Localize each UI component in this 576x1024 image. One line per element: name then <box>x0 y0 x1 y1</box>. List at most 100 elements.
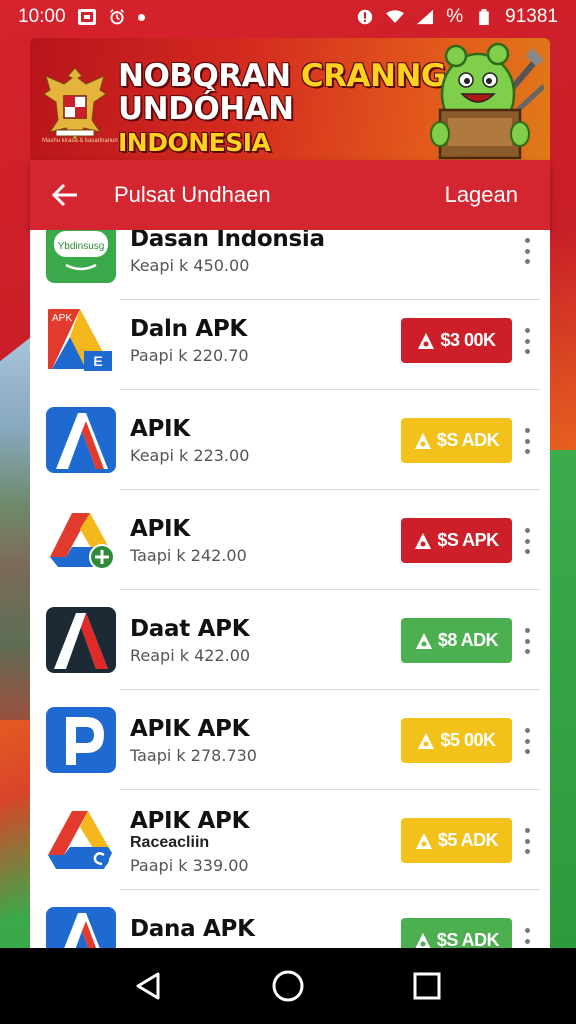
app-text: APIK Taapi k 242.00 <box>130 516 247 565</box>
blue-a-icon <box>46 407 116 473</box>
banner-line1-white: NOBQRAN <box>118 58 301 94</box>
app-text: APIK APK Taapi k 278.730 <box>130 716 257 765</box>
download-triangle-icon <box>415 532 432 549</box>
back-button[interactable] <box>30 160 100 230</box>
download-triangle-icon <box>415 832 432 849</box>
header-action-button[interactable]: Lagean <box>445 182 550 208</box>
status-right-text: 91381 <box>505 6 558 27</box>
svg-text:E: E <box>93 353 102 369</box>
download-button-label: $3 00K <box>440 330 496 350</box>
battery-icon <box>479 9 489 25</box>
app-name: APIK <box>130 416 190 442</box>
download-triangle-icon <box>415 932 431 948</box>
garuda-emblem-icon <box>43 67 107 141</box>
download-button[interactable]: $S APK <box>401 518 512 563</box>
download-button-label: $5 00K <box>440 730 496 750</box>
download-triangle-icon <box>418 732 435 749</box>
app-name: APIK APK <box>130 808 250 834</box>
app-list-item[interactable]: APIK Keapi k 223.00 $S ADK <box>30 390 550 490</box>
app-text: APIK APK Raceacliin Paapi k 339.00 <box>130 808 249 875</box>
download-button-label: $8 ADK <box>437 630 499 650</box>
more-options-icon[interactable] <box>524 328 530 354</box>
download-button-label: $S ADK <box>436 930 500 948</box>
app-price: Keapi k 223.00 <box>130 446 250 465</box>
download-button[interactable]: $5 00K <box>401 718 512 763</box>
app-list-item[interactable]: Dana APK $S ADK <box>30 890 550 948</box>
download-button[interactable]: $S ADK <box>401 918 512 948</box>
dot-icon <box>137 13 145 21</box>
dark-a-icon <box>46 607 116 673</box>
blue-a-icon <box>46 907 116 948</box>
app-text: Daat APK Reapi k 422.00 <box>130 616 250 665</box>
banner-line2-white: UNDÓHAN <box>118 90 294 127</box>
app-text: Dasan Indonsia Keapi k 450.00 <box>130 230 325 275</box>
promo-banner[interactable]: Mashu kirasa & kasarinanun NOBQRAN CRANN… <box>30 38 550 160</box>
signal-icon <box>417 9 434 25</box>
apk-triangle-icon: E APK <box>46 307 116 373</box>
more-options-icon[interactable] <box>524 628 530 654</box>
download-button[interactable]: $S ADK <box>401 418 512 463</box>
app-price: Taapi k 278.730 <box>130 746 257 765</box>
banner-title: NOBQRAN CRANNG UNDÓHAN INDONESIA <box>118 60 448 158</box>
download-button[interactable]: $8 ADK <box>401 618 512 663</box>
navigation-bar <box>0 948 576 1024</box>
more-options-icon[interactable] <box>524 828 530 854</box>
drive-c-icon <box>46 807 116 873</box>
app-price: Paapi k 220.70 <box>130 346 249 365</box>
status-left: 10:00 <box>18 6 145 28</box>
app-list-item[interactable]: APIK APK Raceacliin Paapi k 339.00 $5 ADK <box>30 790 550 890</box>
more-options-icon[interactable] <box>524 928 530 948</box>
app-list-item[interactable]: APIK APK Taapi k 278.730 $5 00K <box>30 690 550 790</box>
banner-line2-yellow: INDONESIA <box>118 128 271 158</box>
app-name: APIK APK <box>130 716 250 742</box>
download-triangle-icon <box>415 632 432 649</box>
app-text: APIK Keapi k 223.00 <box>130 416 249 465</box>
app-name: Dana APK <box>130 916 255 942</box>
download-triangle-icon <box>418 332 435 349</box>
battery-percent: % <box>446 6 464 27</box>
app-list-item[interactable]: APIK Taapi k 242.00 $S APK <box>30 490 550 590</box>
alert-icon <box>358 9 373 25</box>
back-nav-icon[interactable] <box>134 971 164 1001</box>
back-arrow-icon <box>51 183 77 207</box>
download-button-label: $S ADK <box>436 430 500 450</box>
download-button[interactable]: $5 ADK <box>401 818 512 863</box>
app-text: Daln APK Paapi k 220.70 <box>130 316 249 365</box>
more-options-icon[interactable] <box>524 428 530 454</box>
green-badge-icon: Ybdinsusg <box>46 230 116 283</box>
download-triangle-icon <box>414 432 431 449</box>
app-header: Pulsat Undhaen Lagean <box>30 160 550 230</box>
app-name: Dasan Indonsia <box>130 230 325 252</box>
notification-icon <box>77 9 96 25</box>
app-list: Ybdinsusg Dasan Indonsia Keapi k 450.00 E AP… <box>30 230 550 948</box>
page-title: Pulsat Undhaen <box>114 182 271 207</box>
app-price: Taapi k 242.00 <box>130 546 247 565</box>
status-time: 10:00 <box>18 6 66 27</box>
more-options-icon[interactable] <box>524 728 530 754</box>
download-button-label: $S APK <box>437 530 499 550</box>
home-nav-icon[interactable] <box>271 969 305 1003</box>
download-button-label: $5 ADK <box>437 830 499 850</box>
app-name: Daln APK <box>130 316 247 342</box>
app-name: APIK <box>130 516 190 542</box>
app-price: Paapi k 339.00 <box>130 856 249 875</box>
app-name: Daat APK <box>130 616 250 642</box>
app-list-item[interactable]: Daat APK Reapi k 422.00 $8 ADK <box>30 590 550 690</box>
alarm-icon <box>109 9 124 25</box>
status-bar: 10:00 % 91381 <box>0 0 576 34</box>
app-price: Keapi k 450.00 <box>130 256 250 275</box>
status-right: % 91381 <box>356 6 558 28</box>
app-list-item[interactable]: E APK Daln APK Paapi k 220.70 $3 00K <box>30 290 550 390</box>
svg-text:APK: APK <box>52 313 72 324</box>
download-button[interactable]: $3 00K <box>401 318 512 363</box>
blue-p-icon <box>46 707 116 773</box>
wifi-icon <box>386 10 405 23</box>
drive-plus-icon <box>46 507 116 573</box>
banner-line1-yellow: CRANNG <box>300 58 446 94</box>
recents-nav-icon[interactable] <box>412 971 442 1001</box>
more-options-icon[interactable] <box>524 238 530 264</box>
android-mascot-icon <box>430 42 544 160</box>
more-options-icon[interactable] <box>524 528 530 554</box>
app-subtitle: Raceacliin <box>130 834 210 851</box>
app-text: Dana APK <box>130 916 255 942</box>
